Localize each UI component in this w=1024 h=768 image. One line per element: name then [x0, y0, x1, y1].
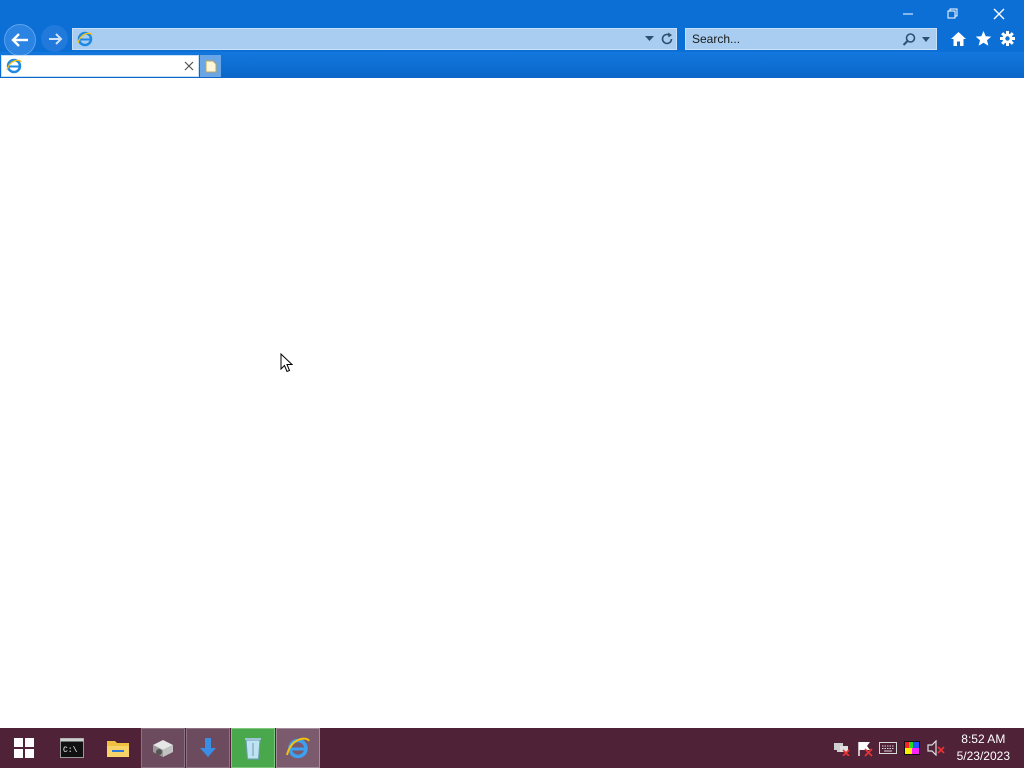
keyboard-icon — [879, 742, 897, 754]
back-arrow-icon — [11, 33, 28, 47]
minimize-icon — [903, 13, 913, 15]
close-tab-icon[interactable] — [184, 61, 194, 71]
ie-logo-icon — [77, 31, 93, 47]
mouse-cursor-icon — [280, 353, 293, 373]
folder-icon — [107, 741, 129, 757]
back-button[interactable] — [4, 24, 36, 56]
taskbar-file-explorer[interactable] — [96, 728, 140, 768]
clock-date: 5/23/2023 — [956, 749, 1010, 763]
download-arrow-icon — [200, 738, 216, 757]
windows-logo-icon — [14, 738, 34, 758]
close-icon — [993, 8, 1005, 20]
page-content-area[interactable] — [0, 78, 1024, 728]
search-placeholder: Search... — [692, 32, 741, 46]
restore-icon — [947, 8, 958, 19]
command-prompt-icon: C:\ — [60, 738, 84, 758]
close-window-button[interactable] — [976, 0, 1022, 28]
forward-button[interactable] — [41, 25, 68, 52]
taskbar-internet-explorer[interactable] — [276, 728, 320, 768]
network-disconnected-icon — [833, 743, 850, 756]
recycle-bin-icon — [245, 738, 261, 760]
chevron-down-icon[interactable] — [645, 36, 654, 42]
forward-arrow-icon — [48, 32, 62, 45]
tray-keyboard-icon[interactable] — [879, 738, 897, 758]
taskbar: C:\ 8:52 AM 5/23/2023 — [0, 728, 1024, 768]
new-tab-icon — [205, 60, 216, 72]
new-tab-button[interactable] — [200, 55, 221, 77]
clock-time: 8:52 AM — [961, 732, 1006, 746]
chevron-down-icon[interactable] — [922, 37, 930, 42]
restore-button[interactable] — [930, 0, 976, 28]
search-box[interactable]: Search... — [685, 28, 937, 50]
package-icon — [153, 740, 173, 757]
color-display-icon — [904, 741, 920, 755]
browser-tab[interactable] — [1, 55, 199, 77]
gear-icon[interactable] — [999, 30, 1016, 47]
search-icon[interactable] — [902, 32, 917, 47]
tray-action-center-icon[interactable] — [855, 738, 873, 758]
ie-logo-icon — [286, 737, 310, 759]
address-bar[interactable] — [72, 28, 677, 50]
taskbar-package-manager[interactable] — [141, 728, 185, 768]
tray-volume-icon[interactable] — [927, 738, 945, 758]
tray-network-icon[interactable] — [832, 738, 850, 758]
star-icon[interactable] — [975, 30, 992, 47]
ie-logo-icon — [6, 58, 22, 74]
speaker-muted-icon — [927, 740, 945, 756]
refresh-icon[interactable] — [660, 32, 674, 46]
start-button[interactable] — [2, 728, 46, 768]
taskbar-download-manager[interactable] — [186, 728, 230, 768]
minimize-button[interactable] — [885, 0, 931, 28]
taskbar-recycle-bin[interactable] — [231, 728, 275, 768]
svg-text:C:\: C:\ — [63, 746, 78, 755]
system-clock[interactable]: 8:52 AM 5/23/2023 — [957, 731, 1010, 765]
tray-color-icon[interactable] — [903, 738, 921, 758]
home-icon[interactable] — [950, 31, 967, 47]
address-input[interactable] — [95, 30, 639, 50]
taskbar-command-prompt[interactable]: C:\ — [50, 728, 94, 768]
flag-alert-icon — [857, 741, 873, 757]
browser-titlebar: Search... — [0, 0, 1024, 78]
